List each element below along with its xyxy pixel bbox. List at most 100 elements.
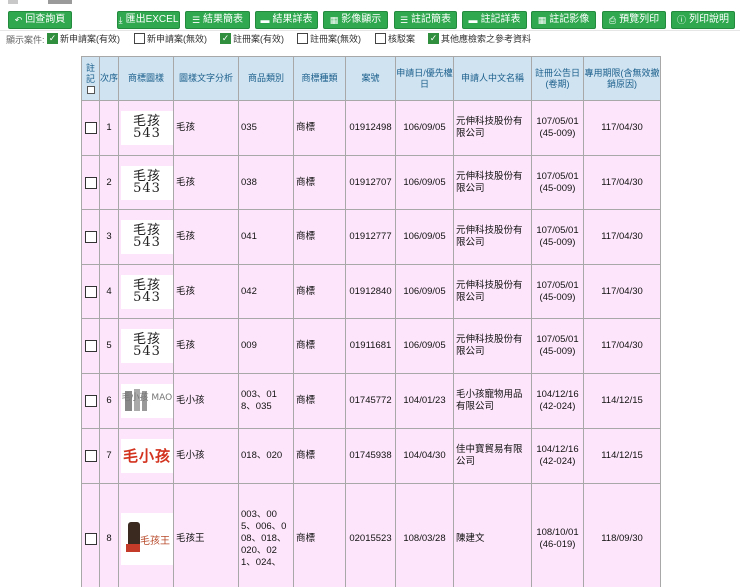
trademark-image[interactable]: 毛小孩 MAO LOVE	[121, 384, 173, 418]
header-applicant: 申請人中文名稱	[453, 56, 532, 101]
table-row[interactable]: 8 毛孩王 毛孩王 003、005、006、008、018、020、021、024、商…	[81, 483, 661, 587]
row-case-no[interactable]: 01912840	[345, 264, 396, 319]
row-goods-class: 041	[238, 209, 294, 265]
case-filter-bar: 顯示案件: ✓ 新申請案(有效) 新申請案(無效) ✓ 註冊案(有效) 註冊案(…	[6, 31, 736, 45]
row-goods-class: 035	[238, 100, 294, 156]
row-reg-volume: (45-009)	[539, 346, 576, 357]
header-text-analysis: 圖樣文字分析	[173, 56, 239, 101]
filter-checkbox-checked[interactable]: ✓	[47, 33, 58, 44]
row-checkbox[interactable]	[84, 340, 97, 352]
trademark-image[interactable]: 毛孩543	[121, 220, 173, 254]
filter-new-app-valid[interactable]: ✓ 新申請案(有效)	[47, 32, 120, 45]
filter-registered-invalid[interactable]: 註冊案(無效)	[297, 32, 361, 45]
table-row[interactable]: 2 毛孩543 毛孩 038 商標 01912707 106/09/05 元伸科技股份有限公司…	[81, 155, 661, 210]
table-row[interactable]: 6毛小孩 MAO LOVE毛小孩003、018、035商標01745772104…	[81, 373, 661, 429]
row-applicant: 毛小孩寵物用品有限公司	[453, 373, 532, 429]
row-image-cell: 毛孩543	[118, 264, 174, 319]
svg-text:毛孩王: 毛孩王	[140, 534, 170, 547]
table-row[interactable]: 1 毛孩543 毛孩 035 商標 01912498 106/09/05 元伸科技股份有限公司…	[81, 100, 661, 156]
row-seq: 5	[99, 318, 119, 374]
row-case-no[interactable]: 01745772	[345, 373, 396, 429]
row-reg-date: 107/05/01	[536, 225, 579, 236]
row-checkbox[interactable]	[84, 231, 97, 243]
row-checkbox[interactable]	[84, 395, 97, 407]
filter-other-references[interactable]: ✓ 其他應檢索之參考資料	[428, 32, 531, 45]
preview-print-button[interactable]: ⎙ 預覽列印	[602, 11, 666, 29]
row-reg-date-cell: 104/12/16 (42-024)	[531, 373, 584, 429]
top-strip-tab[interactable]	[48, 0, 72, 4]
row-note-cell	[81, 318, 100, 374]
trademark-image[interactable]: 毛孩王	[121, 512, 173, 565]
filter-checkbox-checked[interactable]: ✓	[428, 33, 439, 44]
result-brief-button[interactable]: ☰ 結果簡表	[185, 11, 250, 29]
trademark-logo-icon: 毛小孩 MAO LOVE	[122, 389, 172, 411]
row-app-date: 106/09/05	[395, 100, 454, 156]
undo-arrow-icon: ↶	[14, 14, 23, 25]
row-case-no[interactable]: 01912777	[345, 209, 396, 265]
info-circle-icon: ⓘ	[676, 14, 686, 25]
filter-registered-valid[interactable]: ✓ 註冊案(有效)	[220, 32, 284, 45]
row-checkbox[interactable]	[84, 176, 97, 189]
select-all-checkbox[interactable]	[86, 86, 95, 94]
row-note-cell	[81, 264, 100, 319]
row-case-no[interactable]: 01745938	[345, 428, 396, 484]
row-case-no[interactable]: 01911681	[345, 318, 396, 374]
row-app-date: 108/03/28	[395, 483, 454, 587]
trademark-image[interactable]: 毛孩543	[121, 111, 173, 145]
row-applicant: 元伸科技股份有限公司	[453, 318, 532, 374]
row-checkbox[interactable]	[84, 532, 97, 545]
row-note-cell	[81, 428, 100, 484]
row-checkbox[interactable]	[84, 285, 97, 298]
row-case-no[interactable]: 02015523	[345, 483, 396, 587]
toolbar: ↶ 回查詢頁 ⤓ 匯出EXCEL ☰ 結果簡表 ▬ 結果詳表 ▦ 影像顯示 ☰ 註記簡表 ▬…	[0, 8, 740, 30]
filter-rejected[interactable]: 核駁案	[375, 32, 415, 45]
row-note-cell	[81, 155, 100, 210]
card-icon: ▬	[260, 14, 270, 25]
image-display-button[interactable]: ▦ 影像顯示	[323, 11, 388, 29]
row-text-analysis: 毛孩王	[173, 483, 239, 587]
result-detail-button[interactable]: ▬ 結果詳表	[255, 11, 318, 29]
row-note-cell	[81, 483, 100, 587]
filter-checkbox[interactable]	[375, 33, 386, 44]
trademark-image[interactable]: 毛孩543	[121, 329, 173, 363]
row-image-cell: 毛孩543	[118, 100, 174, 156]
back-to-search-button[interactable]: ↶ 回查詢頁	[8, 11, 72, 29]
row-checkbox[interactable]	[84, 450, 97, 462]
filter-checkbox-checked[interactable]: ✓	[220, 33, 231, 44]
filter-checkbox[interactable]	[297, 33, 308, 44]
row-case-no[interactable]: 01912498	[345, 100, 396, 156]
row-app-date: 106/09/05	[395, 155, 454, 210]
row-mark-type: 商標	[293, 318, 346, 374]
filter-checkbox[interactable]	[134, 33, 145, 44]
table-row[interactable]: 3 毛孩543 毛孩 041 商標 01912777 106/09/05 元伸科技股份有限公司…	[81, 209, 661, 265]
filter-label: 顯示案件:	[6, 35, 45, 45]
list-icon: ☰	[399, 14, 409, 25]
row-app-date: 106/09/05	[395, 318, 454, 374]
trademark-result-table: 註記 次序 商標圖樣 圖樣文字分析 商品類別 商標種類 案號 申請日/優先權日 …	[81, 56, 661, 587]
row-term: 118/09/30	[583, 483, 661, 587]
trademark-image[interactable]: 毛孩543	[121, 274, 173, 309]
print-help-button[interactable]: ⓘ 列印說明	[671, 11, 735, 29]
note-image-button[interactable]: ▦ 註記影像	[531, 11, 596, 29]
row-reg-date: 107/05/01	[536, 116, 579, 127]
row-app-date: 106/09/05	[395, 209, 454, 265]
trademark-image[interactable]: 毛小孩	[121, 439, 173, 473]
header-goods-class: 商品類別	[238, 56, 294, 101]
filter-new-app-invalid[interactable]: 新申請案(無效)	[134, 32, 207, 45]
row-checkbox[interactable]	[84, 122, 97, 134]
note-brief-button[interactable]: ☰ 註記簡表	[394, 11, 457, 29]
row-case-no[interactable]: 01912707	[345, 155, 396, 210]
trademark-image[interactable]: 毛孩543	[121, 165, 173, 200]
note-detail-button[interactable]: ▬ 註記詳表	[462, 11, 527, 29]
table-row[interactable]: 7 毛小孩 毛小孩 018、020 商標 01745938 104/04/30 佳中寶貿易有限…	[81, 428, 661, 484]
row-image-cell: 毛小孩	[118, 428, 174, 484]
row-reg-volume: (42-024)	[539, 401, 576, 412]
row-term: 117/04/30	[583, 209, 661, 265]
table-row[interactable]: 4 毛孩543 毛孩 042 商標 01912840 106/09/05 元伸科技股份有限公司…	[81, 264, 661, 319]
table-row[interactable]: 5 毛孩543 毛孩 009 商標 01911681 106/09/05 元伸科技股份有限公司…	[81, 318, 661, 374]
row-goods-class: 003、018、035	[238, 373, 294, 429]
row-note-cell	[81, 100, 100, 156]
row-goods-class: 018、020	[238, 428, 294, 484]
row-reg-date: 107/05/01	[536, 279, 579, 291]
export-excel-button[interactable]: ⤓ 匯出EXCEL	[117, 11, 180, 29]
